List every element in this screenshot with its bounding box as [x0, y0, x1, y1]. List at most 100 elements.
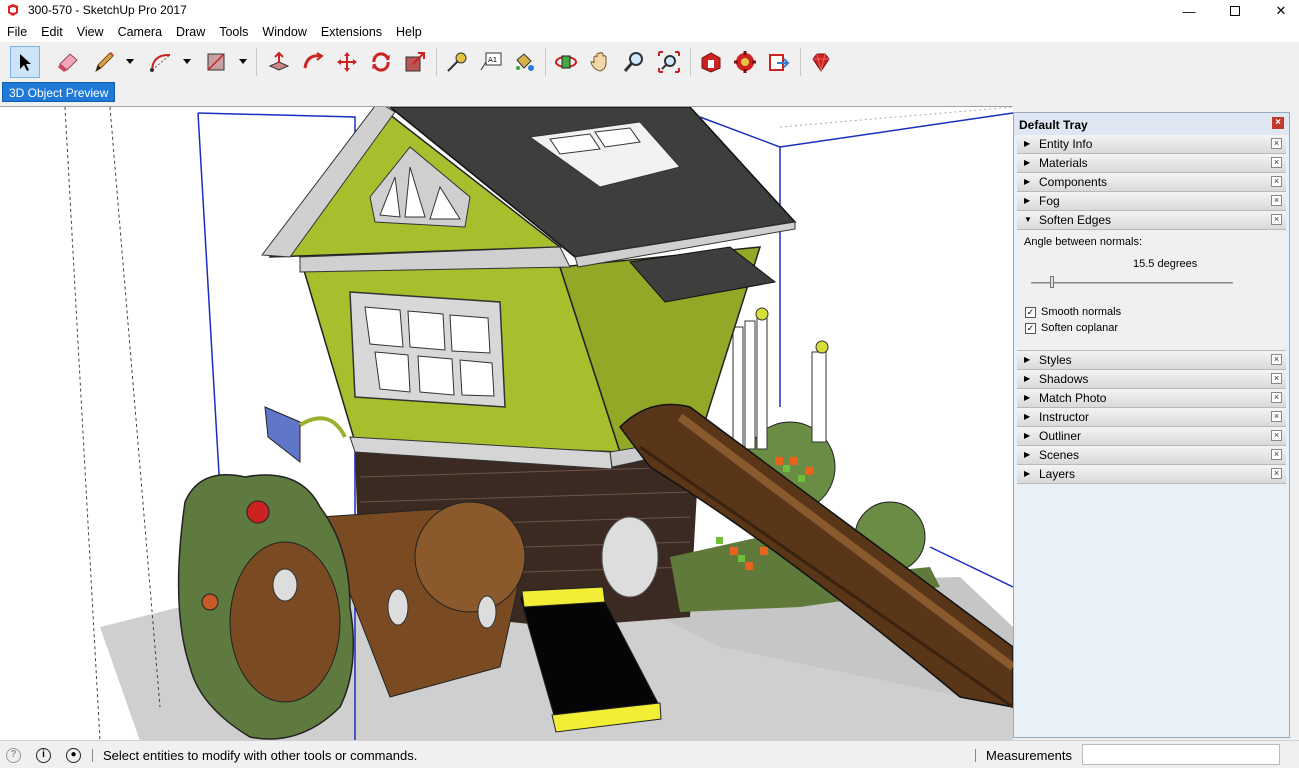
menu-view[interactable]: View [70, 22, 111, 42]
pan-tool-button[interactable] [585, 46, 615, 78]
tray-close-button[interactable]: × [1272, 117, 1284, 129]
model-viewport[interactable] [0, 106, 1013, 740]
soften-edges-body: Angle between normals: 15.5 degrees ✓ Sm… [1017, 230, 1286, 351]
scale-icon [405, 52, 425, 72]
extension-manager-button[interactable] [806, 46, 836, 78]
arc-tool-button[interactable] [146, 46, 176, 78]
smooth-normals-row[interactable]: ✓ Smooth normals [1025, 306, 1121, 318]
menu-bar: File Edit View Camera Draw Tools Window … [0, 22, 1299, 42]
smooth-normals-label: Smooth normals [1041, 306, 1122, 318]
panel-scenes[interactable]: ▶ Scenes × [1017, 446, 1286, 465]
expand-triangle-icon: ▶ [1024, 450, 1031, 459]
line-dropdown-chevron-icon[interactable] [125, 56, 135, 66]
paint-bucket-tool-button[interactable] [509, 46, 539, 78]
panel-close-button[interactable]: × [1271, 449, 1282, 460]
paint-bucket-icon [516, 53, 534, 71]
panel-match-photo[interactable]: ▶ Match Photo × [1017, 389, 1286, 408]
panel-label: Instructor [1039, 410, 1090, 424]
toolbar-separator [436, 48, 437, 76]
expand-triangle-icon: ▶ [1024, 177, 1031, 186]
select-tool-button[interactable] [10, 46, 40, 78]
panel-label: Match Photo [1039, 391, 1107, 405]
push-pull-icon [268, 51, 290, 71]
panel-close-button[interactable]: × [1271, 138, 1282, 149]
panel-close-button[interactable]: × [1271, 468, 1282, 479]
panel-close-button[interactable]: × [1271, 195, 1282, 206]
tape-measure-tool-button[interactable] [442, 46, 472, 78]
panel-close-button[interactable]: × [1271, 354, 1282, 365]
minimize-button[interactable]: — [1166, 0, 1212, 22]
user-account-icon[interactable]: ● [66, 748, 81, 763]
panel-soften-edges[interactable]: ▼ Soften Edges × [1017, 211, 1286, 230]
panel-fog[interactable]: ▶ Fog × [1017, 192, 1286, 211]
panel-materials[interactable]: ▶ Materials × [1017, 154, 1286, 173]
smooth-normals-checkbox[interactable]: ✓ [1025, 306, 1036, 318]
panel-close-button[interactable]: × [1271, 373, 1282, 384]
expand-triangle-icon: ▶ [1024, 431, 1031, 440]
menu-tools[interactable]: Tools [212, 22, 255, 42]
zoom-tool-button[interactable] [619, 46, 649, 78]
panel-label: Scenes [1039, 448, 1080, 462]
panel-outliner[interactable]: ▶ Outliner × [1017, 427, 1286, 446]
rectangle-dropdown-chevron-icon[interactable] [238, 56, 248, 66]
panel-close-button[interactable]: × [1271, 214, 1282, 225]
scene-tab-3d-object-preview[interactable]: 3D Object Preview [2, 82, 116, 102]
arc-dropdown-chevron-icon[interactable] [182, 56, 192, 66]
zoom-extents-button[interactable] [654, 46, 684, 78]
panel-layers[interactable]: ▶ Layers × [1017, 465, 1286, 484]
menu-edit[interactable]: Edit [34, 22, 70, 42]
measurements-label: Measurements [986, 748, 1072, 763]
panel-instructor[interactable]: ▶ Instructor × [1017, 408, 1286, 427]
push-pull-tool-button[interactable] [264, 46, 294, 78]
rotate-tool-button[interactable] [366, 46, 396, 78]
scale-tool-button[interactable] [400, 46, 430, 78]
toolbar-separator [690, 48, 691, 76]
eraser-tool-button[interactable] [53, 46, 83, 78]
menu-camera[interactable]: Camera [111, 22, 169, 42]
angle-slider-track[interactable] [1031, 282, 1233, 284]
soften-coplanar-checkbox[interactable]: ✓ [1025, 322, 1036, 334]
rectangle-icon [207, 53, 225, 71]
tape-measure-icon [447, 52, 467, 72]
maximize-button[interactable] [1212, 0, 1258, 22]
panel-entity-info[interactable]: ▶ Entity Info × [1017, 135, 1286, 154]
share-model-button[interactable] [764, 46, 794, 78]
panel-components[interactable]: ▶ Components × [1017, 173, 1286, 192]
extension-warehouse-button[interactable] [730, 46, 760, 78]
panel-close-button[interactable]: × [1271, 430, 1282, 441]
move-arrows-icon [337, 52, 357, 72]
expand-triangle-icon: ▶ [1024, 355, 1031, 364]
menu-window[interactable]: Window [255, 22, 313, 42]
panel-close-button[interactable]: × [1271, 157, 1282, 168]
menu-extensions[interactable]: Extensions [314, 22, 389, 42]
panel-close-button[interactable]: × [1271, 176, 1282, 187]
geo-location-icon[interactable]: ? [6, 748, 21, 763]
menu-file[interactable]: File [0, 22, 34, 42]
measurements-input[interactable] [1082, 744, 1280, 765]
move-tool-button[interactable] [332, 46, 362, 78]
angle-value: 15.5 degrees [1133, 258, 1198, 270]
menu-draw[interactable]: Draw [169, 22, 212, 42]
panel-label: Fog [1039, 194, 1060, 208]
panel-shadows[interactable]: ▶ Shadows × [1017, 370, 1286, 389]
panel-close-button[interactable]: × [1271, 392, 1282, 403]
rectangle-tool-button[interactable] [201, 46, 231, 78]
credits-info-icon[interactable]: i [36, 748, 51, 763]
line-tool-button[interactable] [89, 46, 119, 78]
follow-me-icon [303, 52, 324, 69]
svg-text:A1: A1 [488, 56, 497, 64]
3d-warehouse-button[interactable] [696, 46, 726, 78]
close-button[interactable]: ✕ [1258, 0, 1299, 22]
menu-help[interactable]: Help [389, 22, 429, 42]
follow-me-tool-button[interactable] [298, 46, 328, 78]
text-tool-button[interactable]: A1 [476, 46, 506, 78]
orbit-tool-button[interactable] [551, 46, 581, 78]
panel-close-button[interactable]: × [1271, 411, 1282, 422]
arc-icon [150, 53, 171, 72]
soften-coplanar-row[interactable]: ✓ Soften coplanar [1025, 322, 1118, 334]
main-toolbar: A1 [0, 42, 1299, 82]
angle-slider-thumb[interactable] [1050, 276, 1054, 288]
panel-styles[interactable]: ▶ Styles × [1017, 351, 1286, 370]
orbit-icon [555, 55, 577, 69]
expand-triangle-icon: ▶ [1024, 393, 1031, 402]
